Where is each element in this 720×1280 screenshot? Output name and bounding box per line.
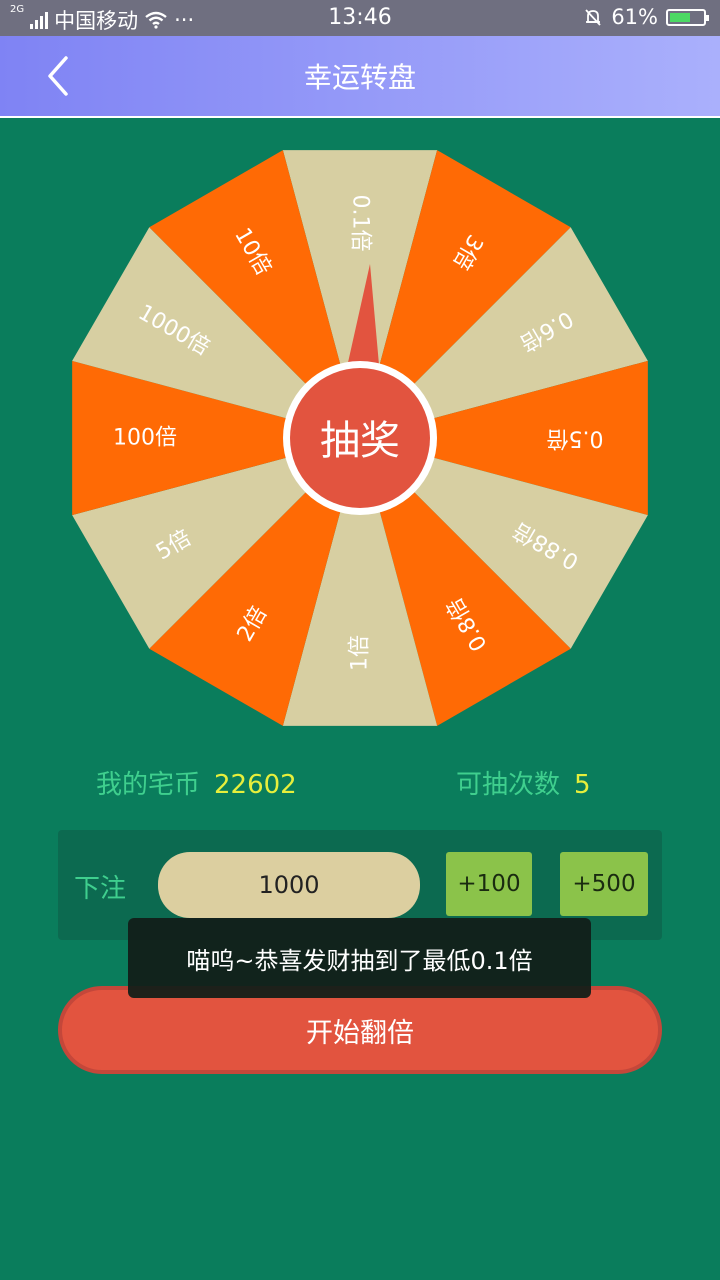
bet-amount-input[interactable]: [158, 852, 420, 918]
wheel-segment-label: 100倍: [113, 426, 177, 451]
add-500-button[interactable]: +500: [560, 852, 648, 916]
prize-wheel[interactable]: 0.1倍3倍0.6倍0.5倍0.88倍0.8倍1倍2倍5倍100倍1000倍10…: [70, 148, 650, 728]
battery-icon: [666, 8, 709, 26]
wheel-segment-label: 0.1倍: [348, 195, 373, 252]
mute-bell-icon: [585, 9, 601, 26]
status-bar: 2G 中国移动 ··· 13:46 61%: [0, 0, 720, 36]
toast-message: 喵呜~恭喜发财抽到了最低0.1倍: [128, 918, 591, 998]
draws-label: 可抽次数: [456, 770, 561, 800]
battery-percent: 61%: [611, 5, 658, 29]
add-100-button[interactable]: +100: [446, 852, 532, 916]
draw-button-label: 抽奖: [320, 418, 400, 464]
coins-label: 我的宅币: [96, 770, 201, 800]
coins-stat: 我的宅币 22602: [96, 764, 297, 801]
wheel-segment-label: 0.5倍: [547, 426, 604, 451]
start-double-button[interactable]: 开始翻倍: [58, 986, 662, 1074]
bet-label: 下注: [74, 874, 127, 904]
wheel-segment-label: 1倍: [348, 635, 373, 671]
battery-fill: [670, 12, 690, 22]
draw-button[interactable]: 抽奖: [283, 361, 437, 515]
draws-stat: 可抽次数 5: [456, 764, 591, 801]
title-bar: 幸运转盘: [0, 36, 720, 118]
coins-value: 22602: [214, 770, 297, 800]
page-title: 幸运转盘: [303, 61, 416, 94]
draws-value: 5: [574, 770, 591, 800]
